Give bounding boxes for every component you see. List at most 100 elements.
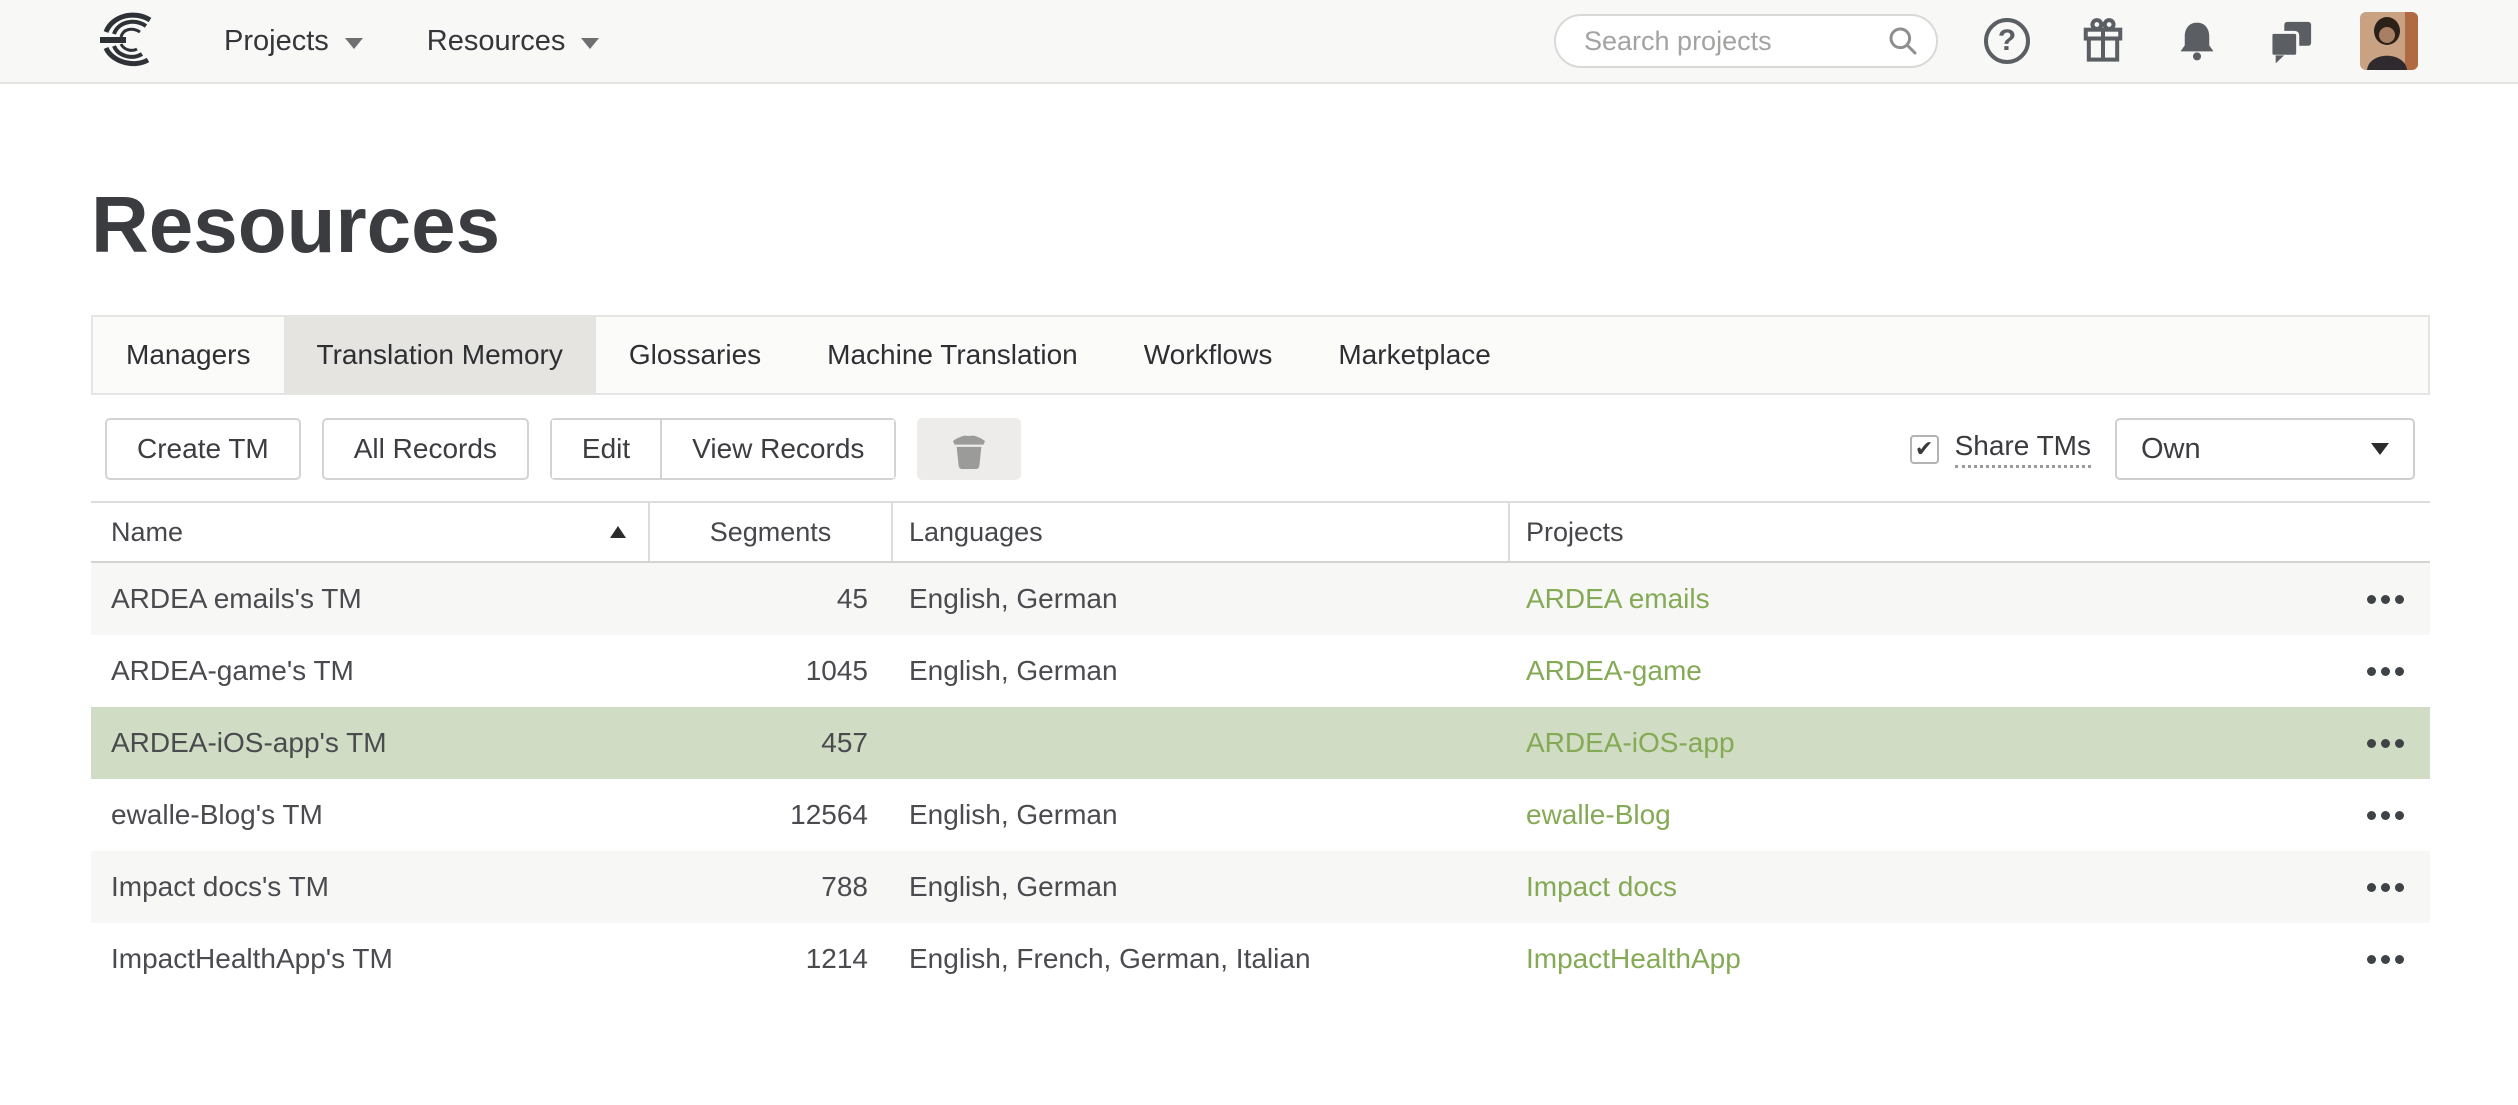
row-menu-button[interactable]: [2365, 943, 2406, 976]
ellipsis-dot-icon: [2395, 739, 2404, 748]
cell-segments: 12564: [650, 799, 893, 831]
ellipsis-dot-icon: [2367, 595, 2376, 604]
help-button[interactable]: ?: [1984, 18, 2030, 64]
project-link[interactable]: ARDEA-game: [1526, 655, 1702, 687]
cell-segments: 788: [650, 871, 893, 903]
edit-button[interactable]: Edit: [552, 420, 660, 478]
cell-projects: ARDEA emails: [1510, 583, 2430, 616]
ellipsis-dot-icon: [2381, 595, 2390, 604]
ellipsis-dot-icon: [2367, 739, 2376, 748]
toolbar-right: Share TMs Own: [1910, 418, 2415, 480]
ellipsis-dot-icon: [2395, 811, 2404, 820]
ellipsis-dot-icon: [2367, 667, 2376, 676]
nav-resources[interactable]: Resources: [427, 25, 600, 58]
gift-icon: [2080, 17, 2126, 65]
row-menu-button[interactable]: [2365, 799, 2406, 832]
chevron-down-icon: [345, 38, 363, 49]
project-link[interactable]: ARDEA emails: [1526, 583, 1710, 615]
project-link[interactable]: ImpactHealthApp: [1526, 943, 1741, 975]
column-header-segments-label: Segments: [710, 517, 832, 548]
share-tms-label[interactable]: Share TMs: [1955, 430, 2091, 468]
cell-segments: 1045: [650, 655, 893, 687]
project-link[interactable]: ARDEA-iOS-app: [1526, 727, 1735, 759]
tab-workflows[interactable]: Workflows: [1111, 317, 1306, 393]
delete-button[interactable]: [917, 418, 1021, 480]
edit-view-button-group: Edit View Records: [550, 418, 896, 480]
chat-icon: [2268, 19, 2314, 63]
tab-bar: ManagersTranslation MemoryGlossariesMach…: [91, 315, 2430, 395]
search-input[interactable]: [1554, 14, 1938, 68]
nav-resources-label: Resources: [427, 25, 566, 58]
tab-glossaries[interactable]: Glossaries: [596, 317, 794, 393]
table-row[interactable]: ARDEA-iOS-app's TM457 ARDEA-iOS-app: [91, 707, 2430, 779]
tab-managers[interactable]: Managers: [93, 317, 284, 393]
ellipsis-dot-icon: [2395, 955, 2404, 964]
sort-ascending-icon: [610, 526, 626, 538]
ellipsis-dot-icon: [2395, 883, 2404, 892]
project-link[interactable]: ewalle-Blog: [1526, 799, 1671, 831]
row-menu-button[interactable]: [2365, 727, 2406, 760]
table-row[interactable]: Impact docs's TM788English, GermanImpact…: [91, 851, 2430, 923]
table-row[interactable]: ewalle-Blog's TM12564English, Germanewal…: [91, 779, 2430, 851]
all-records-button[interactable]: All Records: [322, 418, 529, 480]
table-row[interactable]: ARDEA-game's TM1045English, GermanARDEA-…: [91, 635, 2430, 707]
bell-icon: [2176, 18, 2218, 64]
ellipsis-dot-icon: [2381, 955, 2390, 964]
column-header-projects[interactable]: Projects: [1510, 503, 2430, 561]
share-tms-checkbox[interactable]: [1910, 435, 1939, 464]
row-menu-button[interactable]: [2365, 655, 2406, 688]
column-header-name[interactable]: Name: [91, 503, 650, 561]
logo-swirl-icon: [96, 12, 160, 70]
cell-segments: 1214: [650, 943, 893, 975]
toolbar: Create TM All Records Edit View Records …: [91, 417, 2430, 481]
help-icon: ?: [1984, 18, 2030, 64]
nav-projects-label: Projects: [224, 25, 329, 58]
topbar-icons: ?: [1984, 17, 2314, 65]
table-row[interactable]: ImpactHealthApp's TM1214English, French,…: [91, 923, 2430, 995]
cell-languages: English, German: [893, 583, 1510, 615]
project-link[interactable]: Impact docs: [1526, 871, 1677, 903]
cell-segments: 457: [650, 727, 893, 759]
create-tm-button[interactable]: Create TM: [105, 418, 301, 480]
ellipsis-dot-icon: [2381, 667, 2390, 676]
topbar: Projects Resources ?: [0, 0, 2518, 84]
tm-table: Name Segments Languages Projects ARDEA e…: [91, 501, 2430, 995]
chevron-down-icon: [2371, 443, 2389, 455]
column-header-name-label: Name: [111, 517, 183, 548]
tab-machine-translation[interactable]: Machine Translation: [794, 317, 1111, 393]
tm-scope-value: Own: [2141, 433, 2201, 466]
ellipsis-dot-icon: [2367, 955, 2376, 964]
ellipsis-dot-icon: [2395, 595, 2404, 604]
cell-tm-name: Impact docs's TM: [91, 871, 650, 903]
row-menu-button[interactable]: [2365, 871, 2406, 904]
table-row[interactable]: ARDEA emails's TM45English, GermanARDEA …: [91, 563, 2430, 635]
tm-scope-select[interactable]: Own: [2115, 418, 2415, 480]
page-title: Resources: [91, 177, 2430, 273]
view-records-button[interactable]: View Records: [662, 420, 894, 478]
cell-projects: ImpactHealthApp: [1510, 943, 2430, 976]
tab-translation-memory[interactable]: Translation Memory: [284, 317, 596, 393]
row-menu-button[interactable]: [2365, 583, 2406, 616]
avatar[interactable]: [2360, 12, 2418, 70]
ellipsis-dot-icon: [2367, 811, 2376, 820]
column-header-segments[interactable]: Segments: [650, 503, 893, 561]
ellipsis-dot-icon: [2381, 811, 2390, 820]
app-logo[interactable]: [96, 12, 160, 70]
search-box: [1554, 14, 1938, 68]
cell-projects: ARDEA-iOS-app: [1510, 727, 2430, 760]
ellipsis-dot-icon: [2381, 883, 2390, 892]
trash-icon: [949, 427, 989, 471]
gift-button[interactable]: [2080, 17, 2126, 65]
cell-tm-name: ARDEA emails's TM: [91, 583, 650, 615]
cell-projects: Impact docs: [1510, 871, 2430, 904]
ellipsis-dot-icon: [2367, 883, 2376, 892]
messages-button[interactable]: [2268, 19, 2314, 63]
column-header-languages[interactable]: Languages: [893, 503, 1510, 561]
ellipsis-dot-icon: [2381, 739, 2390, 748]
cell-tm-name: ewalle-Blog's TM: [91, 799, 650, 831]
cell-tm-name: ARDEA-iOS-app's TM: [91, 727, 650, 759]
nav-projects[interactable]: Projects: [224, 25, 363, 58]
notifications-button[interactable]: [2176, 18, 2218, 64]
tab-marketplace[interactable]: Marketplace: [1305, 317, 1524, 393]
column-header-languages-label: Languages: [909, 517, 1043, 548]
